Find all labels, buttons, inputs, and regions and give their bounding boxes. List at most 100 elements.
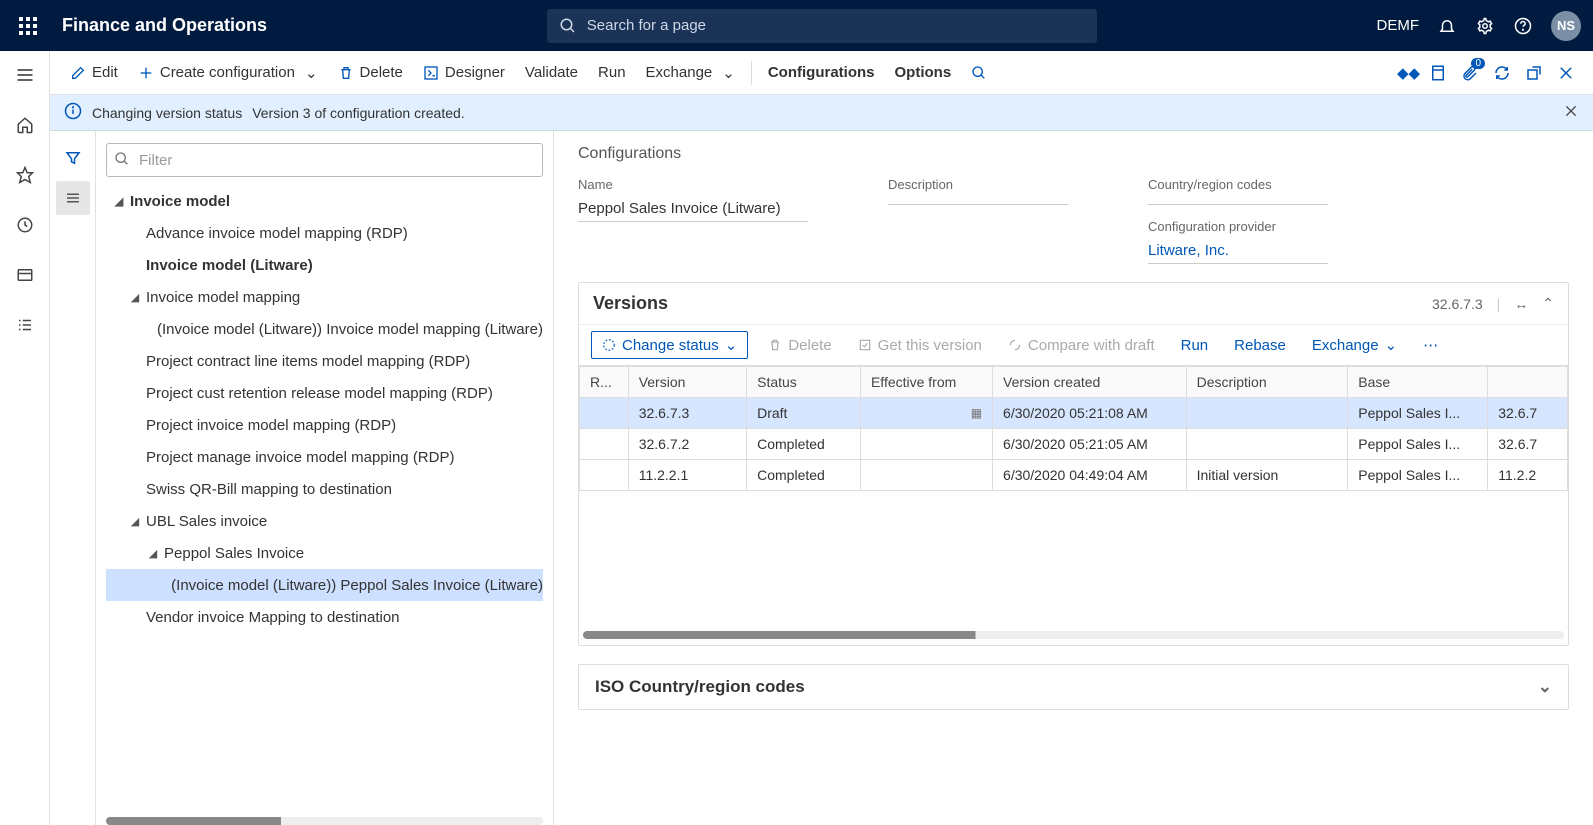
tree-item[interactable]: Project cust retention release model map… bbox=[106, 377, 543, 409]
run-button[interactable]: Run bbox=[588, 58, 636, 87]
tree-filter-input[interactable] bbox=[106, 143, 543, 177]
modules-icon[interactable] bbox=[13, 313, 37, 337]
configuration-tree: ◢Invoice model Advance invoice model mapp… bbox=[106, 185, 543, 809]
gear-icon[interactable] bbox=[1475, 16, 1495, 36]
tree-item[interactable]: Invoice model (Litware) bbox=[106, 249, 543, 281]
scrollbar[interactable] bbox=[106, 817, 543, 825]
col-status[interactable]: Status bbox=[747, 367, 861, 398]
tree-item[interactable]: (Invoice model (Litware)) Invoice model … bbox=[106, 313, 543, 345]
close-icon[interactable] bbox=[1557, 64, 1575, 82]
home-icon[interactable] bbox=[13, 113, 37, 137]
tree-item-label: Advance invoice model mapping (RDP) bbox=[146, 225, 408, 242]
app-launcher-icon[interactable] bbox=[12, 10, 44, 42]
star-icon[interactable] bbox=[13, 163, 37, 187]
description-value[interactable] bbox=[888, 196, 1068, 205]
related-info-icon[interactable]: ◆◆ bbox=[1397, 64, 1415, 82]
tree-item[interactable]: ◢Peppol Sales Invoice bbox=[106, 537, 543, 569]
delete-button[interactable]: Delete bbox=[328, 58, 413, 87]
current-version: 32.6.7.3 bbox=[1432, 296, 1483, 312]
versions-grid[interactable]: R... Version Status Effective from Versi… bbox=[579, 365, 1568, 491]
tree-item-label: Swiss QR-Bill mapping to destination bbox=[146, 481, 392, 498]
filter-icon[interactable] bbox=[56, 141, 90, 175]
tree-item[interactable]: Swiss QR-Bill mapping to destination bbox=[106, 473, 543, 505]
scrollbar[interactable] bbox=[583, 631, 1564, 639]
calendar-icon[interactable]: ▦ bbox=[971, 406, 982, 420]
help-icon[interactable] bbox=[1513, 16, 1533, 36]
section-title: Configurations bbox=[578, 145, 1569, 163]
country-label: Country/region codes bbox=[1148, 177, 1328, 192]
refresh-icon[interactable] bbox=[1493, 64, 1511, 82]
tree-item[interactable]: Project contract line items model mappin… bbox=[106, 345, 543, 377]
more-button[interactable]: ↔ bbox=[1514, 296, 1528, 312]
hamburger-icon[interactable] bbox=[13, 63, 37, 87]
create-configuration-button[interactable]: Create configuration⌄ bbox=[128, 58, 328, 88]
attachment-icon[interactable]: 0 bbox=[1461, 64, 1479, 82]
table-row[interactable]: 32.6.7.2Completed6/30/2020 05:21:05 AMPe… bbox=[580, 429, 1568, 460]
tree-item-label: UBL Sales invoice bbox=[146, 513, 267, 530]
tab-options[interactable]: Options bbox=[885, 58, 962, 87]
tab-configurations[interactable]: Configurations bbox=[758, 58, 885, 87]
version-run-button[interactable]: Run bbox=[1175, 333, 1215, 358]
clock-icon[interactable] bbox=[13, 213, 37, 237]
tree-item-label: Project manage invoice model mapping (RD… bbox=[146, 449, 454, 466]
provider-link[interactable]: Litware, Inc. bbox=[1148, 238, 1328, 264]
more-icon[interactable]: ⋯ bbox=[1417, 332, 1444, 358]
tree-item[interactable]: Project manage invoice model mapping (RD… bbox=[106, 441, 543, 473]
col-version[interactable]: Version bbox=[628, 367, 746, 398]
tree-item[interactable]: ◢Invoice model mapping bbox=[106, 281, 543, 313]
table-row[interactable]: 11.2.2.1Completed6/30/2020 04:49:04 AMIn… bbox=[580, 460, 1568, 491]
tree-item-label: Project cust retention release model map… bbox=[146, 385, 493, 402]
chevron-down-icon: ⌄ bbox=[1538, 677, 1552, 697]
rebase-button[interactable]: Rebase bbox=[1228, 333, 1292, 358]
workspace-icon[interactable] bbox=[13, 263, 37, 287]
popout-icon[interactable] bbox=[1525, 64, 1543, 82]
iso-panel-header[interactable]: ISO Country/region codes ⌄ bbox=[578, 664, 1569, 710]
col-created[interactable]: Version created bbox=[993, 367, 1187, 398]
office-icon[interactable] bbox=[1429, 64, 1447, 82]
provider-label: Configuration provider bbox=[1148, 219, 1328, 234]
designer-button[interactable]: Designer bbox=[413, 58, 515, 87]
avatar[interactable]: NS bbox=[1551, 11, 1581, 41]
bell-icon[interactable] bbox=[1437, 16, 1457, 36]
versions-toolbar: Change status⌄ Delete Get this version C… bbox=[579, 324, 1568, 365]
tree-pane: ◢Invoice model Advance invoice model mapp… bbox=[96, 131, 554, 825]
exchange-button[interactable]: Exchange⌄ bbox=[636, 58, 745, 88]
page-search-button[interactable] bbox=[961, 59, 997, 87]
attachment-badge: 0 bbox=[1471, 58, 1485, 69]
tree-item-label: (Invoice model (Litware)) Peppol Sales I… bbox=[171, 577, 543, 594]
name-value[interactable]: Peppol Sales Invoice (Litware) bbox=[578, 196, 808, 222]
tree-item[interactable]: Advance invoice model mapping (RDP) bbox=[106, 217, 543, 249]
version-exchange-button[interactable]: Exchange⌄ bbox=[1306, 332, 1403, 358]
table-row[interactable]: 32.6.7.3Draft▦6/30/2020 05:21:08 AMPeppo… bbox=[580, 398, 1568, 429]
col-base-version[interactable] bbox=[1488, 367, 1568, 398]
close-icon[interactable] bbox=[1563, 103, 1579, 122]
tree-item-label: Project contract line items model mappin… bbox=[146, 353, 470, 370]
tree-toolbar bbox=[50, 131, 96, 825]
validate-button[interactable]: Validate bbox=[515, 58, 588, 87]
change-status-button[interactable]: Change status⌄ bbox=[591, 331, 748, 359]
tree-item[interactable]: Vendor invoice Mapping to destination bbox=[106, 601, 543, 633]
global-search-input[interactable] bbox=[547, 9, 1097, 43]
versions-title: Versions bbox=[593, 293, 668, 314]
tree-item-label: Invoice model (Litware) bbox=[146, 257, 313, 274]
tree-item[interactable]: Project invoice model mapping (RDP) bbox=[106, 409, 543, 441]
name-label: Name bbox=[578, 177, 808, 192]
tree-item[interactable]: ◢Invoice model bbox=[106, 185, 543, 217]
list-view-icon[interactable] bbox=[56, 181, 90, 215]
edit-button[interactable]: Edit bbox=[60, 58, 128, 87]
col-r[interactable]: R... bbox=[580, 367, 629, 398]
col-effective[interactable]: Effective from bbox=[860, 367, 992, 398]
tree-item-label: Peppol Sales Invoice bbox=[164, 545, 304, 562]
legal-entity[interactable]: DEMF bbox=[1376, 17, 1419, 34]
collapse-icon[interactable]: ⌃ bbox=[1542, 295, 1554, 312]
col-description[interactable]: Description bbox=[1186, 367, 1348, 398]
country-value[interactable] bbox=[1148, 196, 1328, 205]
col-base[interactable]: Base bbox=[1348, 367, 1488, 398]
info-message: Version 3 of configuration created. bbox=[252, 105, 464, 121]
info-title: Changing version status bbox=[92, 105, 242, 121]
tree-item-label: Project invoice model mapping (RDP) bbox=[146, 417, 396, 434]
tree-item[interactable]: (Invoice model (Litware)) Peppol Sales I… bbox=[106, 569, 543, 601]
tree-item-label: (Invoice model (Litware)) Invoice model … bbox=[157, 321, 543, 338]
tree-item[interactable]: ◢UBL Sales invoice bbox=[106, 505, 543, 537]
tree-item-label: Invoice model mapping bbox=[146, 289, 300, 306]
